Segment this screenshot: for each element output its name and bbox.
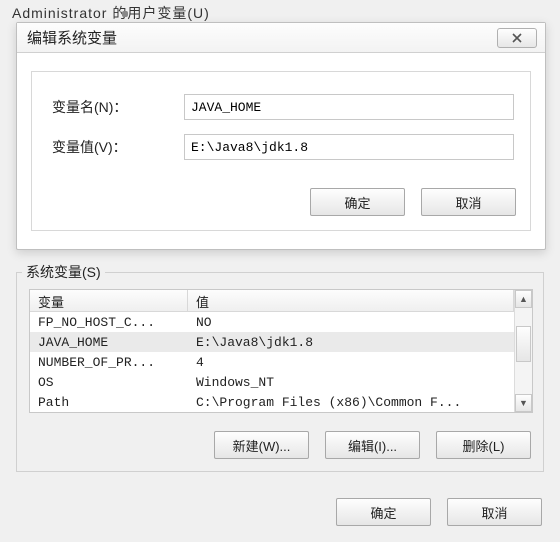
ok-button[interactable]: 确定: [310, 188, 405, 216]
column-header-name[interactable]: 变量: [30, 290, 188, 311]
variable-name-row: 变量名(N)：: [48, 94, 514, 120]
cell-var-value: C:\Program Files (x86)\Common F...: [188, 394, 514, 411]
table-row[interactable]: OSWindows_NT: [30, 372, 514, 392]
scroll-down-button[interactable]: ▼: [515, 394, 532, 412]
close-button[interactable]: [497, 28, 537, 48]
edit-system-variable-dialog: 编辑系统变量 变量名(N)： 变量值(V)： 确定 取消: [16, 22, 546, 250]
table-row[interactable]: NUMBER_OF_PR...4: [30, 352, 514, 372]
variable-value-input[interactable]: [184, 134, 514, 160]
system-vars-label: 系统变量(S): [22, 262, 105, 282]
system-vars-button-row: 新建(W)... 编辑(I)... 删除(L): [214, 431, 531, 459]
dialog-button-row: 确定 取消: [310, 188, 516, 216]
variable-value-label: 变量值(V)：: [48, 137, 184, 157]
cell-var-name: OS: [30, 374, 188, 391]
table-row[interactable]: JAVA_HOMEE:\Java8\jdk1.8: [30, 332, 514, 352]
cancel-button[interactable]: 取消: [421, 188, 516, 216]
vertical-scrollbar[interactable]: ▲ ▼: [514, 290, 532, 412]
cell-var-value: NO: [188, 314, 514, 331]
variable-name-label: 变量名(N)：: [48, 97, 184, 117]
cell-var-name: FP_NO_HOST_C...: [30, 314, 188, 331]
system-vars-table[interactable]: 变量 值 FP_NO_HOST_C...NOJAVA_HOMEE:\Java8\…: [29, 289, 533, 413]
table-header: 变量 值: [30, 290, 514, 312]
cancel-button-outer[interactable]: 取消: [447, 498, 542, 526]
scroll-track[interactable]: [515, 308, 532, 394]
cell-var-name: JAVA_HOME: [30, 334, 188, 351]
column-header-value[interactable]: 值: [188, 290, 514, 311]
bottom-button-row: 确定 取消: [336, 498, 542, 526]
dialog-titlebar: 编辑系统变量: [17, 23, 545, 53]
new-button[interactable]: 新建(W)...: [214, 431, 309, 459]
delete-button[interactable]: 删除(L): [436, 431, 531, 459]
dialog-title: 编辑系统变量: [27, 27, 117, 48]
system-vars-group: 变量 值 FP_NO_HOST_C...NOJAVA_HOMEE:\Java8\…: [16, 272, 544, 472]
cell-var-name: NUMBER_OF_PR...: [30, 354, 188, 371]
user-vars-header-partial: Administrator 的用户变量(U): [12, 3, 210, 23]
cell-var-value: Windows_NT: [188, 374, 514, 391]
cell-var-value: 4: [188, 354, 514, 371]
artifact-dot: [122, 11, 128, 17]
table-body: 变量 值 FP_NO_HOST_C...NOJAVA_HOMEE:\Java8\…: [30, 290, 514, 412]
cell-var-value: E:\Java8\jdk1.8: [188, 334, 514, 351]
ok-button-outer[interactable]: 确定: [336, 498, 431, 526]
variable-value-row: 变量值(V)：: [48, 134, 514, 160]
dialog-content: 变量名(N)： 变量值(V)： 确定 取消: [31, 71, 531, 231]
variable-name-input[interactable]: [184, 94, 514, 120]
cell-var-name: Path: [30, 394, 188, 411]
table-rows: FP_NO_HOST_C...NOJAVA_HOMEE:\Java8\jdk1.…: [30, 312, 514, 412]
table-row[interactable]: PathC:\Program Files (x86)\Common F...: [30, 392, 514, 412]
scroll-thumb[interactable]: [516, 326, 531, 362]
scroll-up-button[interactable]: ▲: [515, 290, 532, 308]
edit-button[interactable]: 编辑(I)...: [325, 431, 420, 459]
close-icon: [511, 32, 523, 44]
table-row[interactable]: FP_NO_HOST_C...NO: [30, 312, 514, 332]
